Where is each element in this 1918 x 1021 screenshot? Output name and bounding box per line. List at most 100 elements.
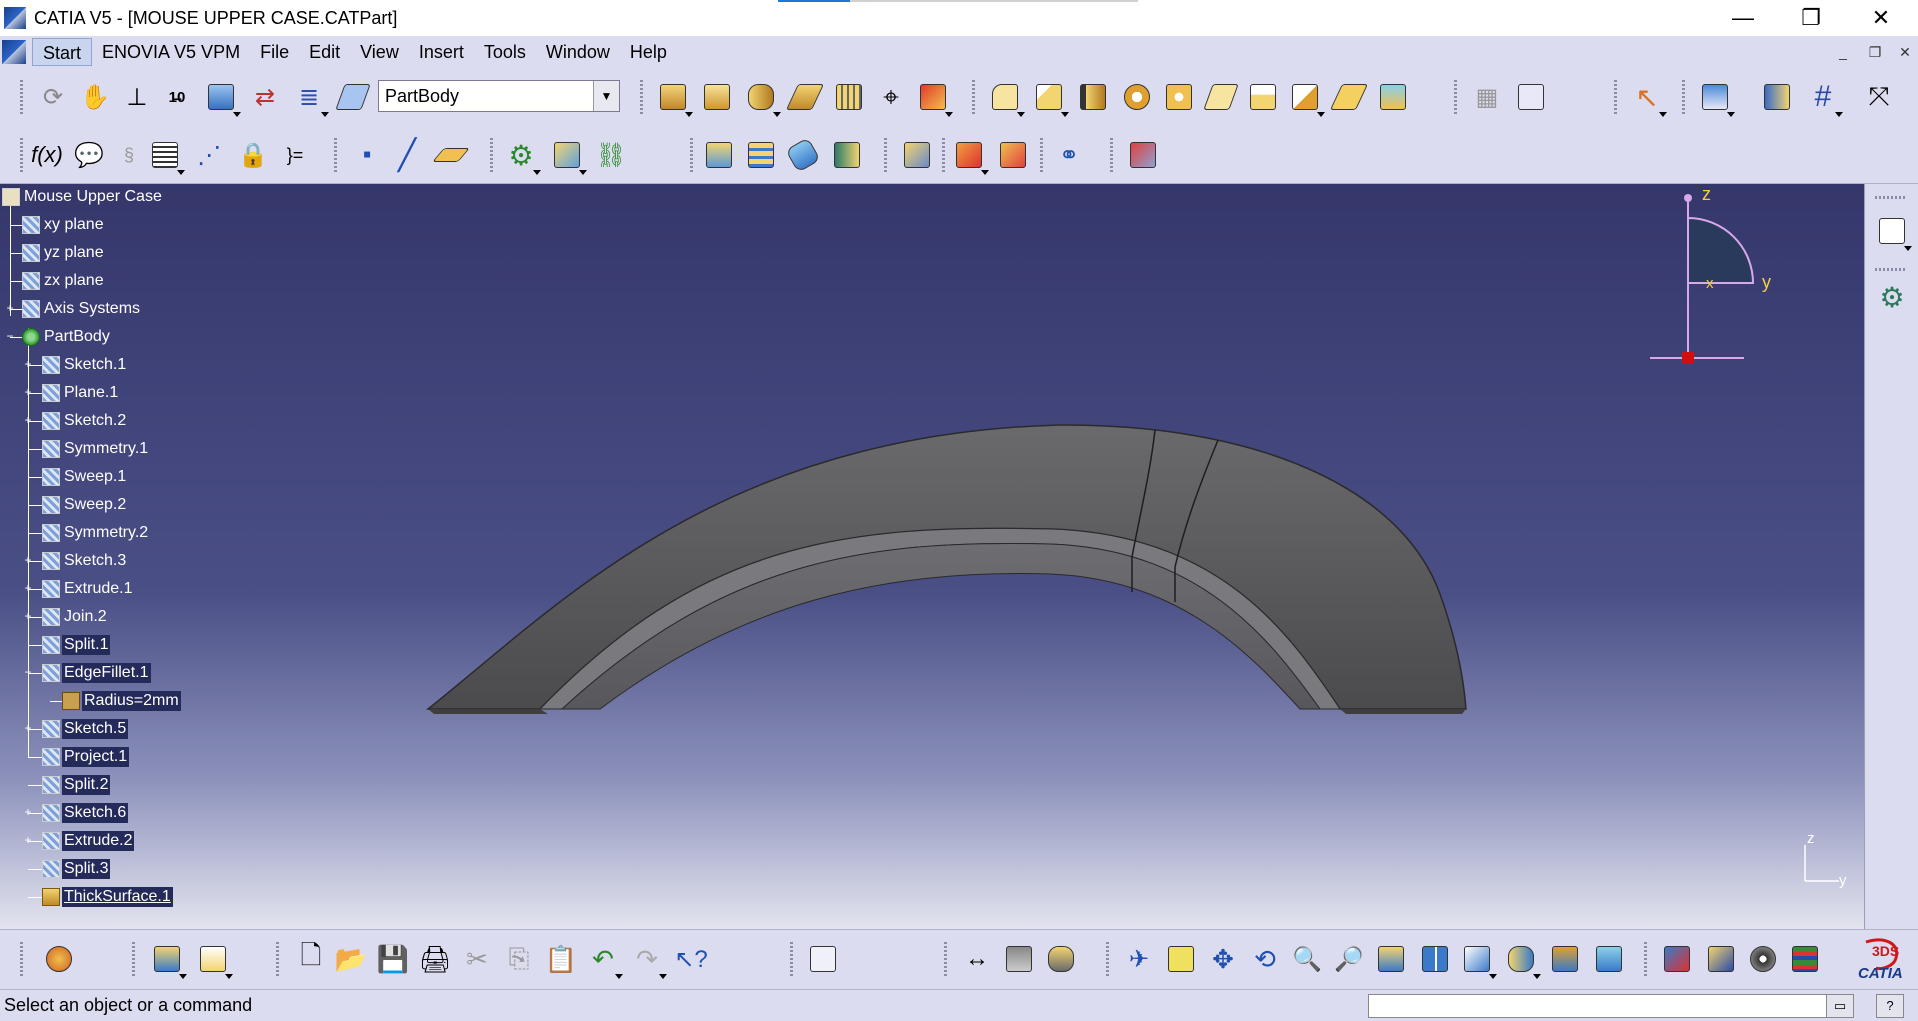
layers-icon[interactable] bbox=[1788, 942, 1822, 976]
menu-tools[interactable]: Tools bbox=[474, 38, 536, 66]
swap-visible-space-icon[interactable] bbox=[1592, 942, 1626, 976]
scaling-icon[interactable]: ⚭ bbox=[1052, 138, 1086, 172]
grid-icon[interactable]: # bbox=[1806, 80, 1843, 117]
tree-item[interactable]: Split.1 bbox=[42, 633, 111, 657]
tree-expand-toggle[interactable]: + bbox=[23, 358, 33, 370]
minimize-button[interactable]: — bbox=[1714, 0, 1772, 36]
tree-item[interactable]: Sketch.5 bbox=[42, 717, 129, 741]
rib-icon[interactable] bbox=[785, 80, 825, 114]
measure-between-icon[interactable]: ↔ bbox=[960, 942, 994, 976]
tree-reorder-icon[interactable]: ⛓ bbox=[594, 138, 628, 172]
doc-minimize-button[interactable]: _ bbox=[1832, 42, 1854, 62]
toolbar-grip[interactable] bbox=[1644, 942, 1647, 976]
select-arrow-icon[interactable]: ↖ bbox=[1630, 80, 1667, 117]
3d-viewport[interactable]: Mouse Upper Case xy plane yz plane zx plan… bbox=[0, 184, 1864, 929]
fit-all-icon[interactable]: ⤧ bbox=[1862, 80, 1896, 114]
cut-icon[interactable]: ✂ bbox=[460, 942, 494, 976]
tree-item[interactable]: Split.3 bbox=[42, 857, 111, 881]
stiffener-icon[interactable] bbox=[832, 80, 866, 114]
print-icon[interactable]: 🖨 bbox=[418, 942, 452, 976]
tree-item[interactable]: zx plane bbox=[22, 269, 106, 293]
undo-icon[interactable]: ↶ bbox=[586, 942, 623, 979]
toolbar-grip[interactable] bbox=[690, 138, 693, 172]
design-table-icon[interactable] bbox=[148, 138, 185, 175]
menu-file[interactable]: File bbox=[250, 38, 299, 66]
constraint-icon[interactable]: ⇄ bbox=[248, 80, 282, 114]
toolbar-grip[interactable] bbox=[1106, 942, 1109, 976]
toolbar-grip[interactable] bbox=[884, 138, 887, 172]
menu-edit[interactable]: Edit bbox=[299, 38, 350, 66]
rendering-icon[interactable] bbox=[1704, 942, 1738, 976]
tree-expand-toggle[interactable]: + bbox=[5, 302, 15, 314]
knowledge-speech-icon[interactable]: 💬 bbox=[72, 138, 106, 172]
tree-expand-toggle[interactable]: − bbox=[23, 666, 33, 678]
mouse-upper-case-model[interactable] bbox=[0, 184, 1864, 929]
chevron-down-icon[interactable]: ▼ bbox=[593, 81, 619, 111]
tree-item[interactable]: Symmetry.2 bbox=[42, 521, 150, 545]
tree-item[interactable]: Symmetry.1 bbox=[42, 437, 150, 461]
simplification-icon[interactable] bbox=[1126, 138, 1160, 172]
reference-element-icon[interactable] bbox=[1760, 80, 1794, 114]
split-tool-icon[interactable] bbox=[702, 138, 736, 172]
toolbar-grip[interactable] bbox=[1682, 80, 1685, 114]
translate-icon[interactable] bbox=[900, 138, 934, 172]
plane-create-icon[interactable] bbox=[432, 138, 470, 172]
measure-inertia-icon[interactable] bbox=[1044, 942, 1078, 976]
toolbar-grip[interactable] bbox=[1875, 268, 1905, 271]
toolbar-grip[interactable] bbox=[334, 138, 337, 172]
line-icon[interactable]: ╱ bbox=[390, 138, 424, 172]
toolbar-grip[interactable] bbox=[944, 942, 947, 976]
new-file-icon[interactable]: 🗋 bbox=[294, 940, 328, 976]
tree-root[interactable]: Mouse Upper Case bbox=[2, 185, 164, 209]
normal-view-icon[interactable] bbox=[1374, 942, 1408, 976]
doc-close-button[interactable]: ✕ bbox=[1894, 42, 1916, 62]
publication-icon[interactable] bbox=[150, 942, 187, 979]
tree-item[interactable]: Project.1 bbox=[42, 745, 130, 769]
workbench-icon[interactable] bbox=[42, 942, 76, 976]
photo-studio-icon[interactable] bbox=[1746, 942, 1780, 976]
tree-item[interactable]: Sketch.6 bbox=[42, 801, 129, 825]
menu-window[interactable]: Window bbox=[536, 38, 620, 66]
whats-this-help-icon[interactable]: ↖? bbox=[674, 942, 708, 976]
tree-expand-toggle[interactable]: + bbox=[23, 722, 33, 734]
tree-item[interactable]: PartBody bbox=[22, 325, 112, 349]
toolbar-grip[interactable] bbox=[942, 138, 945, 172]
tree-item[interactable]: Sweep.1 bbox=[42, 465, 128, 489]
menu-help[interactable]: Help bbox=[620, 38, 677, 66]
paste-icon[interactable]: 📋 bbox=[544, 942, 578, 976]
toolbar-grip[interactable] bbox=[1614, 80, 1617, 114]
isometric-view-icon[interactable] bbox=[1460, 942, 1497, 979]
doc-restore-button[interactable]: ❐ bbox=[1864, 42, 1886, 62]
law-icon[interactable]: ⋰ bbox=[192, 138, 226, 172]
tree-item[interactable]: ThickSurface.1 bbox=[42, 885, 173, 909]
compass-handle[interactable] bbox=[1682, 352, 1694, 364]
tree-item[interactable]: Plane.1 bbox=[42, 381, 120, 405]
shell-icon[interactable] bbox=[1120, 80, 1154, 114]
workbench-body-select[interactable]: PartBody ▼ bbox=[378, 80, 620, 112]
rule-icon[interactable]: § bbox=[112, 138, 146, 172]
chamfer-icon[interactable] bbox=[1032, 80, 1069, 117]
tree-expand-toggle[interactable]: − bbox=[5, 330, 15, 342]
thread-icon[interactable] bbox=[1203, 80, 1239, 114]
tree-item[interactable]: Extrude.2 bbox=[42, 829, 135, 853]
boolean-icon[interactable] bbox=[1288, 80, 1325, 117]
body-insert-icon[interactable]: ⚙ bbox=[504, 138, 541, 175]
tree-expand-toggle[interactable]: + bbox=[23, 386, 33, 398]
toolbar-grip[interactable] bbox=[490, 138, 493, 172]
fit-all-in-icon[interactable] bbox=[1164, 942, 1198, 976]
redo-icon[interactable]: ↷ bbox=[630, 942, 667, 979]
draft-icon[interactable] bbox=[1076, 80, 1110, 114]
menu-start[interactable]: Start bbox=[32, 38, 93, 66]
menu-enovia[interactable]: ENOVIA V5 VPM bbox=[92, 38, 250, 66]
dress-up-icon[interactable] bbox=[916, 80, 953, 117]
toolbar-grip[interactable] bbox=[20, 80, 23, 114]
tree-item[interactable]: EdgeFillet.1 bbox=[42, 661, 151, 685]
analysis-icon[interactable] bbox=[1698, 80, 1735, 117]
formula-icon[interactable]: f(x) bbox=[30, 138, 64, 172]
mirror-icon[interactable] bbox=[952, 138, 989, 175]
command-input[interactable] bbox=[1368, 994, 1836, 1018]
tree-expand-toggle[interactable]: + bbox=[23, 610, 33, 622]
toolbar-grip[interactable] bbox=[20, 942, 23, 976]
close-button[interactable]: ✕ bbox=[1852, 0, 1910, 36]
compass-widget[interactable]: z y x bbox=[1640, 184, 1860, 384]
